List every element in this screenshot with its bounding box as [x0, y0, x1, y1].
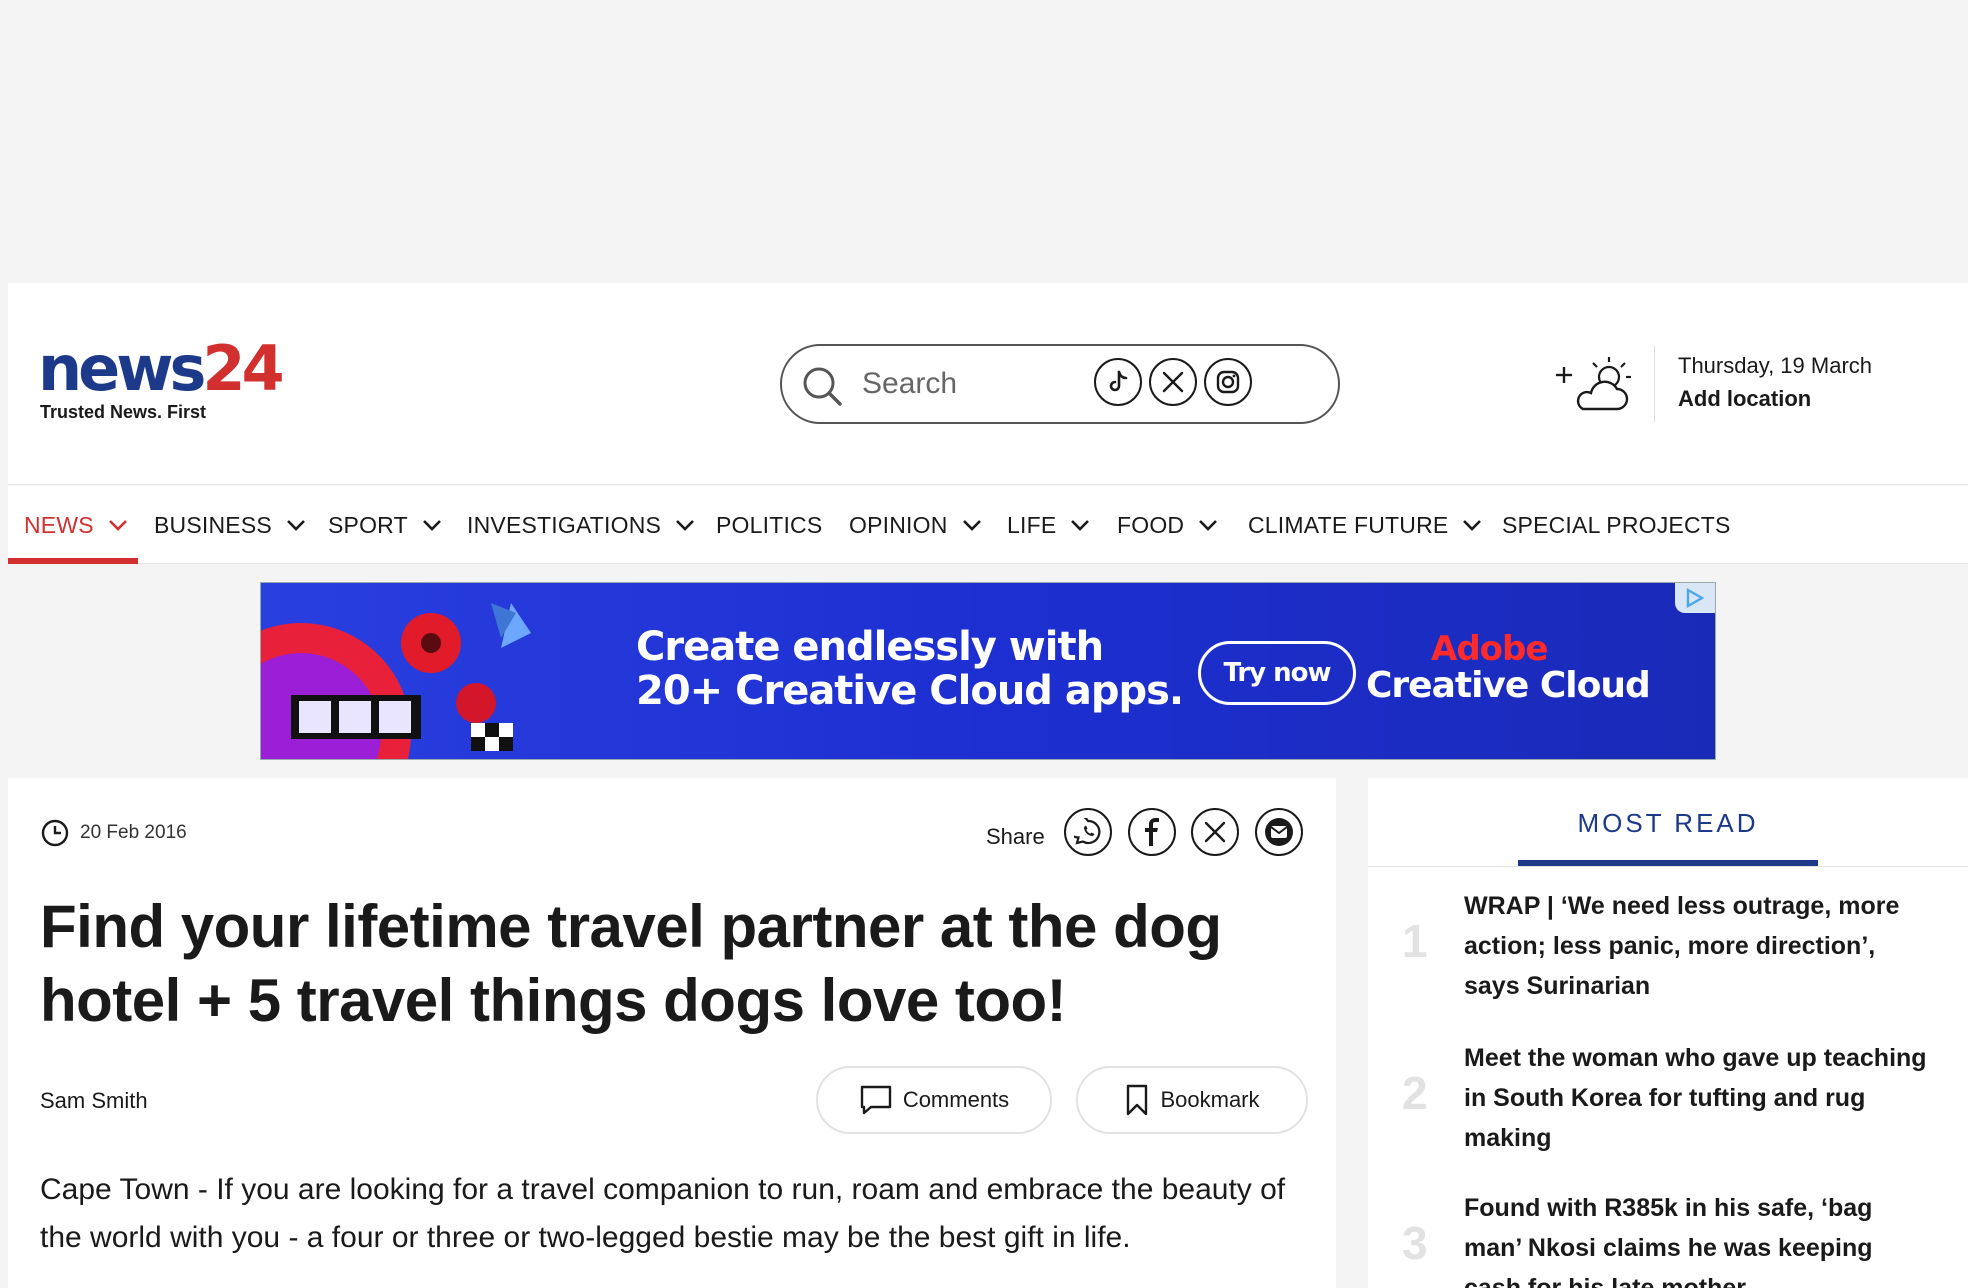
top-ad-space: [0, 0, 1968, 283]
x-icon[interactable]: [1149, 358, 1197, 406]
banner-line-1: Create endlessly with: [636, 624, 1104, 670]
clock-icon: [41, 819, 69, 847]
comments-label: Comments: [902, 1087, 1010, 1112]
article-headline: Find your lifetime travel partner at the…: [40, 893, 1222, 1034]
nav-item-investigations[interactable]: INVESTIGATIONS: [467, 486, 695, 564]
site-header: news24 Trusted News. First Thursday, 19 …: [8, 283, 1968, 485]
chevron-down-icon[interactable]: [1070, 518, 1090, 532]
most-read-title[interactable]: MOST READ: [1368, 808, 1968, 839]
nav-item-label: INVESTIGATIONS: [467, 511, 662, 538]
logo-news: news: [38, 332, 206, 405]
chevron-down-icon[interactable]: [422, 518, 442, 532]
banner-artwork: [261, 603, 531, 759]
article-card: 20 Feb 2016 Share Find your lifetime tra…: [8, 778, 1336, 1288]
email-icon[interactable]: [1255, 808, 1303, 856]
bookmark-button[interactable]: Bookmark: [1076, 1066, 1308, 1134]
list-item-title[interactable]: Found with R385k in his safe, ‘bag man’ …: [1464, 1188, 1934, 1288]
nav-item-label: OPINION: [849, 511, 948, 538]
chevron-down-icon[interactable]: [286, 518, 306, 532]
nav-item-label: SPECIAL PROJECTS: [1502, 511, 1731, 538]
instagram-icon[interactable]: [1204, 358, 1252, 406]
chevron-down-icon[interactable]: [108, 518, 128, 532]
share-label: Share: [986, 824, 1045, 849]
most-read-divider: [1368, 866, 1968, 867]
list-item-title[interactable]: Meet the woman who gave up teaching in S…: [1464, 1038, 1934, 1158]
whatsapp-icon[interactable]: [1064, 808, 1112, 856]
article-body: Cape Town - If you are looking for a tra…: [40, 1173, 1286, 1254]
banner-brand-adobe: Adobe: [1431, 629, 1548, 669]
nav-item-label: POLITICS: [716, 511, 823, 538]
chevron-down-icon[interactable]: [1198, 518, 1218, 532]
nav-item-label: SPORT: [328, 511, 408, 538]
nav-item-label: CLIMATE FUTURE: [1248, 511, 1449, 538]
nav-item-climate-future[interactable]: CLIMATE FUTURE: [1248, 486, 1482, 564]
chevron-down-icon[interactable]: [675, 518, 695, 532]
nav-item-label: BUSINESS: [154, 511, 272, 538]
logo-24: 24: [202, 332, 284, 405]
chevron-down-icon[interactable]: [1462, 518, 1482, 532]
adobe-banner-ad[interactable]: Create endlessly with 20+ Creative Cloud…: [260, 582, 1716, 760]
main-nav: NEWS BUSINESS SPORT INVESTIGATIONS POLIT…: [8, 486, 1968, 564]
list-item-number: 1: [1402, 915, 1428, 967]
news24-logo[interactable]: news24 Trusted News. First: [38, 338, 285, 423]
list-item-number: 2: [1402, 1067, 1428, 1119]
search-icon: [803, 367, 842, 406]
nav-item-label: LIFE: [1007, 511, 1057, 538]
x-icon[interactable]: [1191, 808, 1239, 856]
current-date: Thursday, 19 March: [1678, 353, 1873, 378]
ad-choices-icon[interactable]: [1675, 583, 1715, 613]
nav-item-food[interactable]: FOOD: [1117, 486, 1218, 564]
most-read-panel: MOST READ 1 WRAP | ‘We need less outrage…: [1368, 778, 1968, 1288]
header-divider: [1654, 346, 1655, 422]
try-now-button[interactable]: Try now: [1198, 641, 1356, 705]
nav-item-label: FOOD: [1117, 511, 1185, 538]
article-author[interactable]: Sam Smith: [40, 1088, 148, 1114]
active-tab-indicator: [8, 558, 138, 564]
article-date-text: 20 Feb 2016: [80, 822, 187, 843]
add-location-link[interactable]: Add location: [1678, 386, 1811, 412]
banner-brand-creative-cloud: Creative Cloud: [1366, 665, 1651, 706]
article-date: 20 Feb 2016: [40, 818, 187, 848]
tiktok-icon[interactable]: [1094, 358, 1142, 406]
bookmark-icon: [1127, 1084, 1148, 1116]
nav-item-sport[interactable]: SPORT: [328, 486, 442, 564]
nav-item-news[interactable]: NEWS: [24, 486, 128, 564]
nav-item-opinion[interactable]: OPINION: [849, 486, 982, 564]
nav-item-life[interactable]: LIFE: [1007, 486, 1090, 564]
nav-item-special-projects[interactable]: SPECIAL PROJECTS: [1502, 486, 1731, 564]
banner-line-2: 20+ Creative Cloud apps.: [636, 668, 1184, 714]
bookmark-label: Bookmark: [1160, 1087, 1260, 1112]
list-item-title[interactable]: WRAP | ‘We need less outrage, more actio…: [1464, 886, 1934, 1006]
logo-tagline: Trusted News. First: [40, 402, 207, 422]
nav-item-business[interactable]: BUSINESS: [154, 486, 306, 564]
chevron-down-icon[interactable]: [962, 518, 982, 532]
banner-headline: Create endlessly with 20+ Creative Cloud…: [636, 624, 1184, 714]
facebook-icon[interactable]: [1128, 808, 1176, 856]
nav-item-politics[interactable]: POLITICS: [716, 486, 822, 564]
comment-icon: [860, 1085, 892, 1115]
comments-button[interactable]: Comments: [816, 1066, 1052, 1134]
list-item-number: 3: [1402, 1217, 1428, 1269]
add-weather-icon[interactable]: [1553, 353, 1643, 413]
nav-item-label: NEWS: [24, 511, 94, 538]
search-box[interactable]: [780, 344, 1340, 424]
